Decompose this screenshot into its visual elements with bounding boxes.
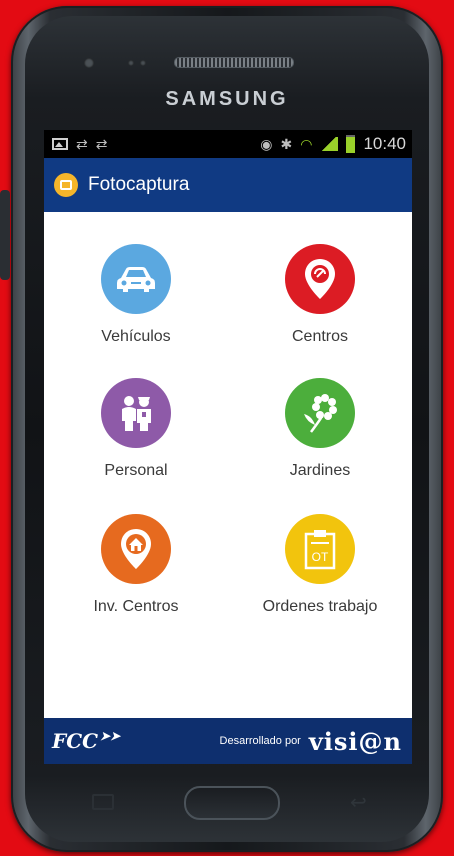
fcc-logo: FCC ➤➤ [52,729,121,753]
jardines-circle [285,378,355,448]
menu-item-label: Personal [104,462,168,479]
menu-grid: Vehículos Centros Personal Jardines Inv.… [44,212,412,718]
status-time: 10:40 [363,134,406,153]
menu-item-label: Centros [291,328,349,345]
earpiece-speaker [174,57,294,68]
bluetooth-icon: ✱ [280,136,293,152]
ordenes-circle: OT [285,514,355,584]
flower-icon [304,394,337,433]
hardware-keys: ↩ [44,772,412,832]
menu-item-personal[interactable]: Personal [44,378,228,480]
front-camera [84,58,94,68]
device-brand: SAMSUNG [165,88,289,110]
menu-item-inv-centros[interactable]: Inv. Centros [44,514,228,616]
vehicle-circle [101,244,171,314]
back-key-icon[interactable]: ↩ [350,790,367,815]
battery-icon [346,135,356,153]
menu-item-centros[interactable]: Centros [228,244,412,346]
app-title: Fotocaptura [88,174,190,195]
sync-icon: ⇄ [95,136,108,152]
menu-item-label: Vehículos [101,328,171,345]
light-sensor [140,60,146,66]
signal-icon [320,137,339,151]
clipboard-ot-icon: OT [304,530,336,570]
app-footer: FCC ➤➤ Desarrollado por visi@n [44,718,412,764]
menu-item-label: Inv. Centros [93,598,179,615]
phone-screen: ⇄ ⇄ ◉ ✱ ◠ 10:40 Fotocaptura Vehículos Ce… [44,130,412,764]
location-pin-icon [305,259,335,299]
proximity-sensor [128,60,134,66]
car-icon [117,267,155,292]
people-icon [122,396,151,431]
wifi-icon: ◠ [300,136,313,152]
app-bar: Fotocaptura [44,158,412,212]
ot-badge: OT [312,550,329,564]
image-notification-icon [52,138,68,150]
volume-button [0,190,10,280]
menu-item-label: Ordenes trabajo [262,598,378,615]
personal-circle [101,378,171,448]
menu-item-label: Jardines [289,462,351,479]
app-logo-icon[interactable] [54,173,78,197]
home-pin-icon [121,529,151,569]
inv-centros-circle [101,514,171,584]
vision-logo: visi@n [308,726,402,756]
menu-item-jardines[interactable]: Jardines [228,378,412,480]
sync-icon: ⇄ [76,136,88,152]
status-bar: ⇄ ⇄ ◉ ✱ ◠ 10:40 [44,130,412,158]
home-button[interactable] [184,786,280,820]
eye-icon: ◉ [260,136,273,152]
developed-by-text: Desarrollado por [219,735,301,747]
menu-key-icon[interactable] [92,794,114,810]
centros-circle [285,244,355,314]
menu-item-ordenes-trabajo[interactable]: OT Ordenes trabajo [228,514,412,616]
menu-item-vehiculos[interactable]: Vehículos [44,244,228,346]
